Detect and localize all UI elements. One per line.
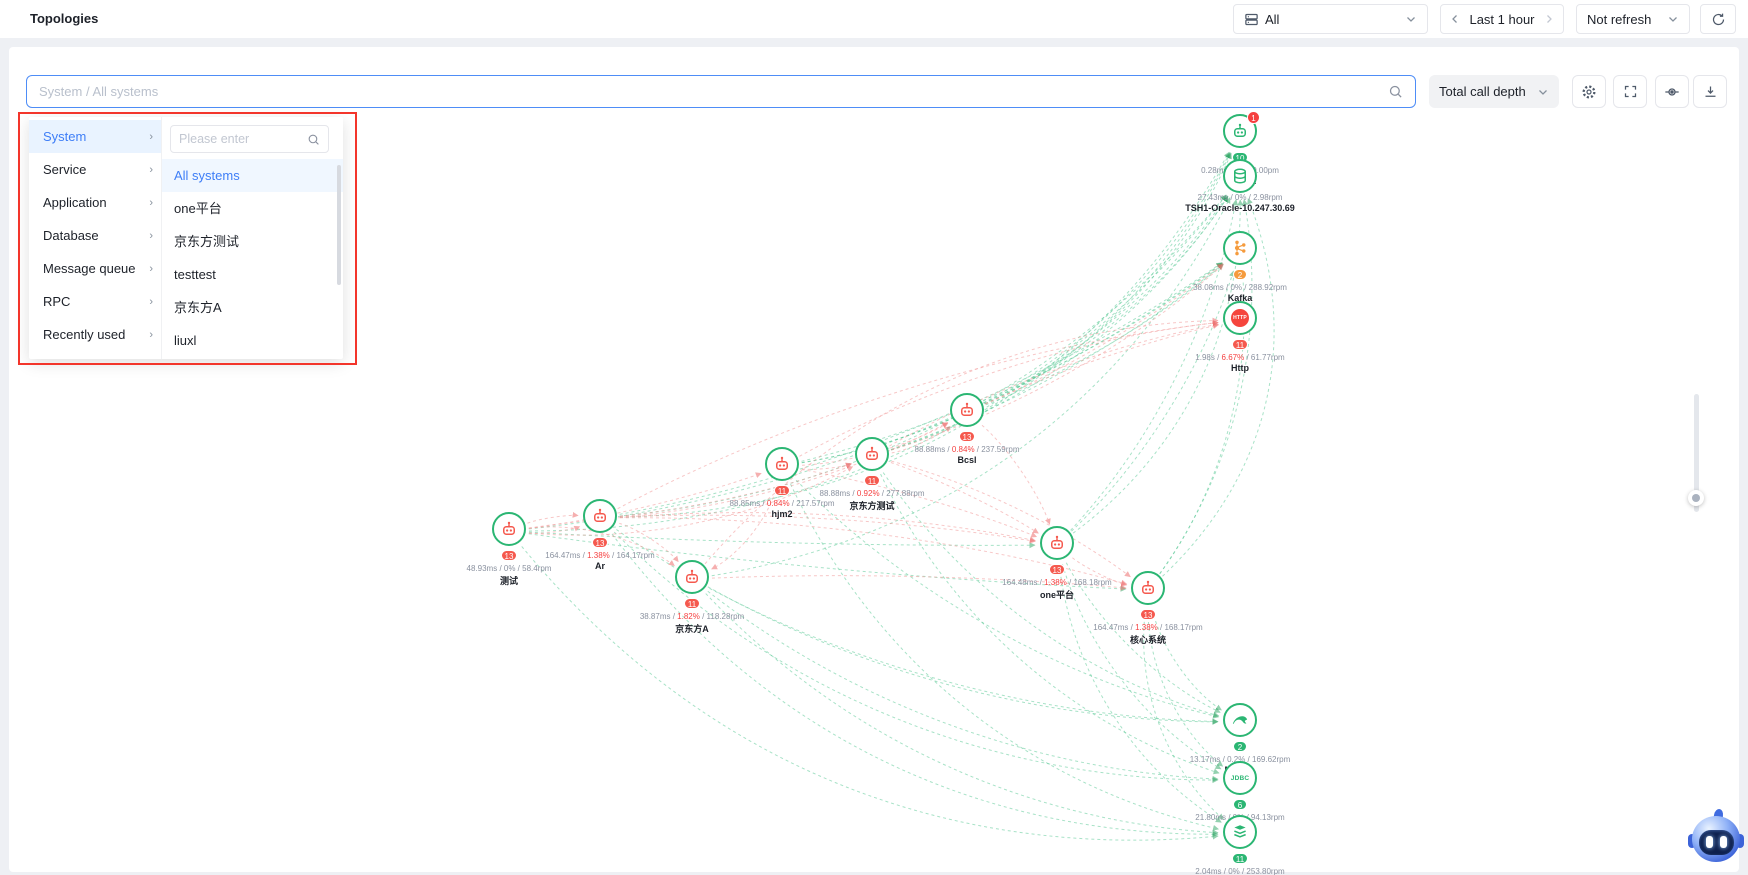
chevron-right-icon: › [149,296,153,308]
category-recently-used[interactable]: Recently used› [29,318,161,351]
option-liuxl[interactable]: liuxl [162,324,343,357]
chevron-right-icon: › [149,131,153,143]
chevron-right-icon: › [149,263,153,275]
jdbc-icon: JDBC [1231,775,1250,782]
node-circle [855,437,889,471]
option-boe-a[interactable]: 京东方A [162,291,343,324]
option-boe-test[interactable]: 京东方测试 [162,225,343,258]
chevron-right-icon: › [149,230,153,242]
alert-badge: 1 [1247,111,1260,124]
count-badge: 2 [1233,741,1247,752]
node-circle [1131,571,1165,605]
node-name: 核心系统 [1073,633,1223,646]
node-circle [1223,159,1257,193]
count-badge: 11 [684,598,700,609]
category-message-queue[interactable]: Message queue› [29,252,161,285]
node-metrics: 1.98s / 6.67% / 61.77rpm [1165,353,1315,362]
count-badge: 13 [592,537,609,548]
category-system[interactable]: System› [29,120,161,153]
zoom-slider[interactable] [1694,394,1699,512]
node-circle [1223,815,1257,849]
robot-icon [1231,122,1249,140]
category-application[interactable]: Application› [29,186,161,219]
zoom-slider-handle[interactable] [1688,490,1704,506]
category-rpc[interactable]: RPC› [29,285,161,318]
robot-icon [683,568,701,586]
cascader-options: All systems one平台 京东方测试 testtest 京东方A li… [162,117,343,359]
count-badge: 11 [774,485,790,496]
node-circle [950,393,984,427]
node-metrics: 164.47ms / 1.38% / 168.17rpm [1073,623,1223,632]
topology-node-kafka[interactable]: 238.08ms / 0% / 288.92rpmKafka [1165,231,1315,303]
topology-node-jdfa[interactable]: 11 38.87ms / 1.82% / 118.28rpm京东方A [617,560,767,635]
node-metrics: 88.85ms / 0.84% / 217.57rpm [707,499,857,508]
topology-node-core[interactable]: 13 164.47ms / 1.38% / 168.17rpm核心系统 [1073,571,1223,646]
option-testtest[interactable]: testtest [162,258,343,291]
node-name: hjm2 [707,509,857,519]
count-badge: 13 [1140,609,1157,620]
node-circle [583,499,617,533]
option-search-input[interactable] [179,132,307,146]
node-circle [765,447,799,481]
chevron-right-icon: › [149,197,153,209]
http-icon: HTTP [1231,309,1249,327]
topology-node-ceshi[interactable]: 13 48.93ms / 0% / 58.4rpm测试 [434,512,584,587]
database-icon [1231,167,1249,185]
count-badge: 11 [1232,853,1248,864]
count-badge: 13 [501,550,518,561]
robot-icon [1139,579,1157,597]
node-circle: 1 [1223,114,1257,148]
topology-edge [712,198,1230,576]
node-name: 测试 [434,574,584,587]
option-one-platform[interactable]: one平台 [162,192,343,225]
node-metrics: 38.87ms / 1.82% / 118.28rpm [617,612,767,621]
node-name: Http [1165,363,1315,373]
kafka-icon [1231,239,1249,257]
chevron-right-icon: › [149,164,153,176]
system-cascader-dropdown: System› Service› Application› Database› … [29,117,343,359]
node-circle: JDBC [1223,761,1257,795]
node-circle [1223,703,1257,737]
topologies-page: Topologies All Last 1 hour Not refresh T… [0,0,1748,875]
robot-icon [958,401,976,419]
category-database[interactable]: Database› [29,219,161,252]
node-metrics: 2.04ms / 0% / 253.80rpm [1165,867,1315,875]
robot-icon [500,520,518,538]
option-search[interactable] [170,125,329,153]
category-service[interactable]: Service› [29,153,161,186]
node-circle [492,512,526,546]
topology-node-oracle[interactable]: 27.43ms / 0% / 2.98rpmTSH1-Oracle-10.247… [1165,159,1315,213]
chevron-right-icon: › [149,329,153,341]
count-badge: 13 [1049,564,1066,575]
count-badge: 11 [1232,339,1248,350]
node-metrics: 38.08ms / 0% / 288.92rpm [1165,283,1315,292]
robot-icon [1048,534,1066,552]
topology-node-redis[interactable]: 112.04ms / 0% / 253.80rpmRedis [1165,815,1315,875]
node-metrics: 48.93ms / 0% / 58.4rpm [434,564,584,573]
node-name: TSH1-Oracle-10.247.30.69 [1165,203,1315,213]
node-circle [675,560,709,594]
assistant-robot-icon[interactable] [1688,810,1746,868]
search-icon [307,133,320,146]
node-circle [1040,526,1074,560]
cascader-categories: System› Service› Application› Database› … [29,117,162,359]
count-badge: 13 [959,431,976,442]
robot-icon [591,507,609,525]
topology-edge [620,515,1035,541]
robot-icon [773,455,791,473]
robot-icon [863,445,881,463]
topology-node-http[interactable]: HTTP 11 1.98s / 6.67% / 61.77rpmHttp [1165,301,1315,373]
node-circle: HTTP [1223,301,1257,335]
count-badge: 11 [864,475,880,486]
topology-node-hjm2[interactable]: 11 88.85ms / 0.84% / 217.57rpmhjm2 [707,447,857,519]
count-badge: 2 [1233,269,1247,280]
node-metrics: 27.43ms / 0% / 2.98rpm [1165,193,1315,202]
option-all-systems[interactable]: All systems [162,159,343,192]
options-scrollbar[interactable] [337,165,341,285]
node-name: 京东方A [617,622,767,635]
redis-icon [1231,823,1249,841]
node-circle [1223,231,1257,265]
mysql-icon [1231,711,1249,729]
count-badge: 6 [1233,799,1247,810]
